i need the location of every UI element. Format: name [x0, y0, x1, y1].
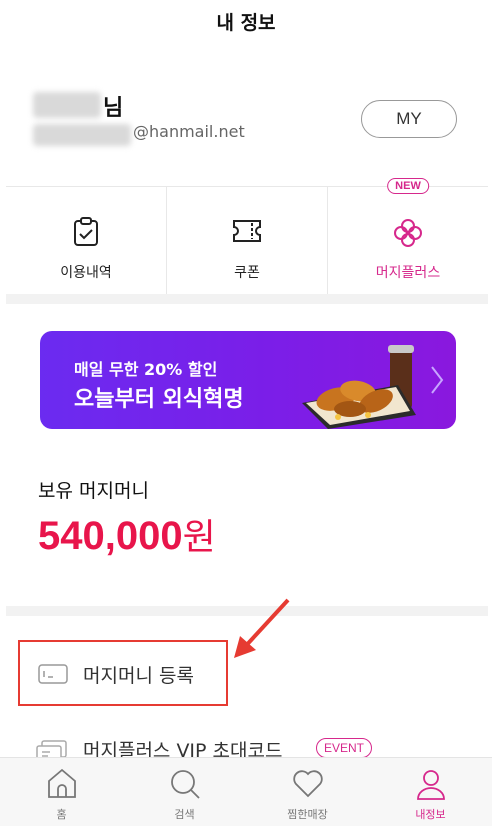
- promo-banner[interactable]: 매일 무한 20% 할인 오늘부터 외식혁명: [40, 331, 456, 429]
- menu-label-merge-plus: 머지플러스: [375, 265, 441, 281]
- money-unit: 원: [182, 516, 216, 557]
- name-blur: [33, 92, 101, 118]
- chevron-right-icon: [431, 366, 444, 394]
- pointer-arrow: [234, 598, 290, 658]
- register-money-item[interactable]: 머지머니 등록: [18, 640, 228, 706]
- home-icon: [47, 768, 76, 798]
- tab-my-info-label: 내정보: [415, 808, 446, 821]
- quick-menu: 이용내역 쿠폰 NEW 머지플러스: [6, 178, 488, 294]
- menu-item-coupon[interactable]: 쿠폰: [167, 187, 328, 294]
- profile-section: 님 @hanmail.net MY: [33, 86, 463, 156]
- plus-flower-icon: [394, 219, 422, 247]
- menu-label-coupon: 쿠폰: [234, 265, 260, 281]
- fried-chicken-image: [302, 345, 416, 429]
- tab-favorites-label: 찜한매장: [287, 808, 328, 821]
- menu-item-merge-plus[interactable]: NEW 머지플러스: [328, 178, 488, 294]
- email-blur: [33, 124, 131, 146]
- tab-my-info[interactable]: 내정보: [369, 758, 492, 826]
- user-name-suffix: 님: [103, 96, 124, 121]
- new-badge: NEW: [387, 178, 429, 194]
- tab-favorites[interactable]: 찜한매장: [246, 758, 369, 826]
- my-button[interactable]: MY: [361, 100, 457, 138]
- menu-item-usage-history[interactable]: 이용내역: [6, 187, 167, 294]
- card-icon: [38, 664, 68, 684]
- menu-label-usage-history: 이용내역: [60, 265, 112, 281]
- bottom-tab-bar: 홈 검색 찜한매장 내정보: [0, 757, 492, 826]
- user-email: @hanmail.net: [133, 122, 245, 141]
- section-divider: [6, 294, 488, 304]
- search-icon: [170, 770, 200, 799]
- clipboard-check-icon: [74, 217, 98, 246]
- register-money-label: 머지머니 등록: [83, 665, 194, 687]
- tab-search[interactable]: 검색: [123, 758, 246, 826]
- heart-icon: [292, 770, 323, 798]
- banner-line2: 오늘부터 외식혁명: [74, 387, 244, 412]
- tab-search-label: 검색: [174, 808, 195, 821]
- banner-line1: 매일 무한 20% 할인: [74, 360, 218, 379]
- page-title: 내 정보: [216, 12, 276, 34]
- ticket-icon: [233, 220, 261, 242]
- money-amount: 540,000: [38, 514, 183, 558]
- money-label: 보유 머지머니: [38, 480, 149, 502]
- tab-home-label: 홈: [56, 808, 67, 821]
- person-icon: [416, 770, 445, 800]
- money-balance: 540,000원: [38, 508, 216, 560]
- tab-home[interactable]: 홈: [0, 758, 123, 826]
- event-badge: EVENT: [316, 738, 373, 758]
